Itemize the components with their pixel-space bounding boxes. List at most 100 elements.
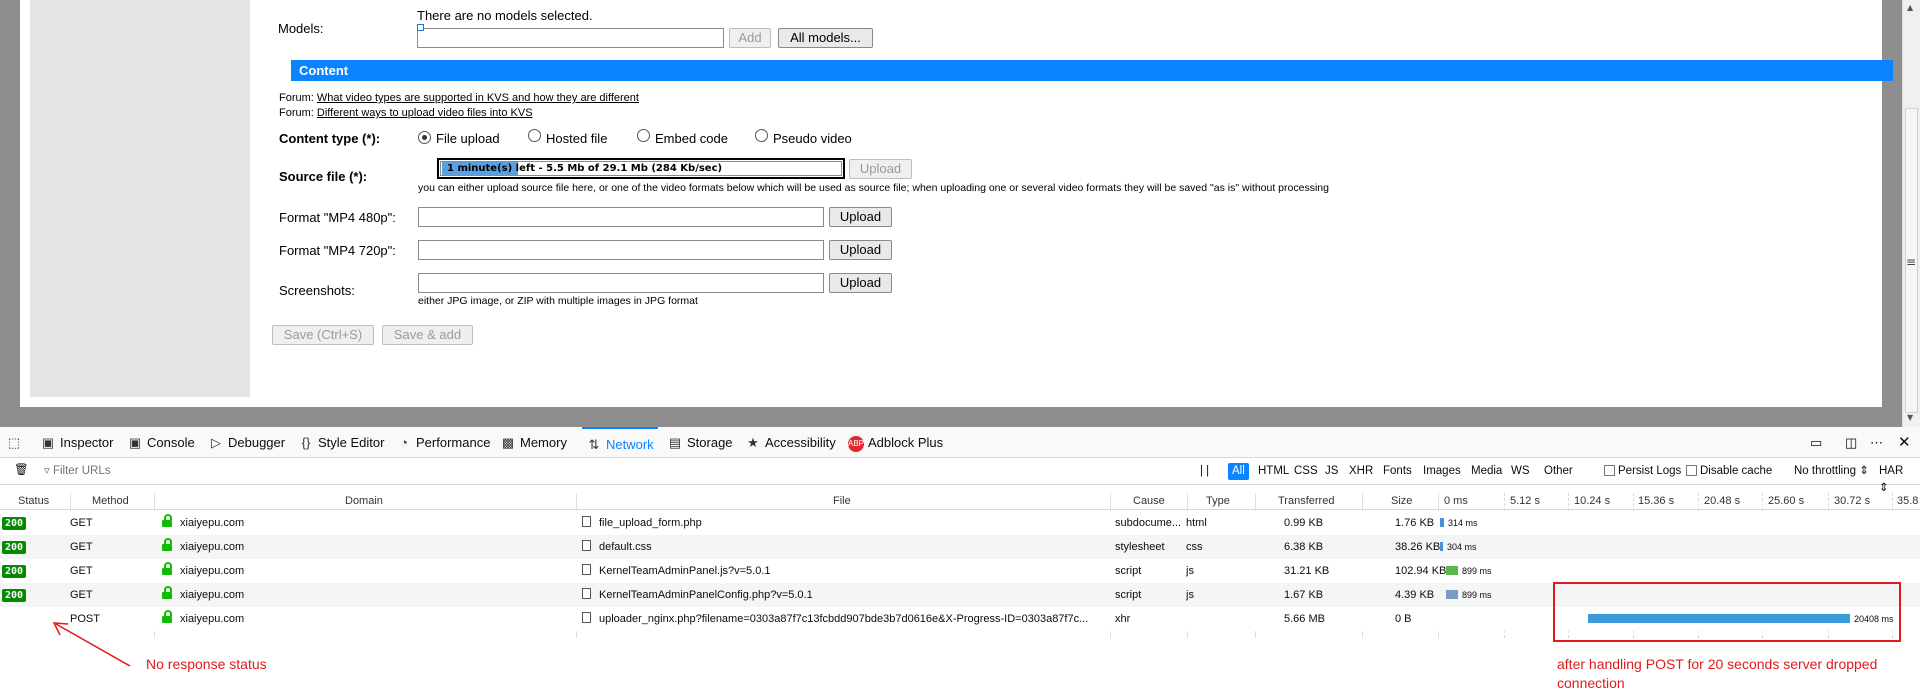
upload-progress-text: 1 minute(s) left - 5.5 Mb of 29.1 Mb (28… (447, 161, 722, 176)
col-cause[interactable]: Cause (1133, 493, 1165, 510)
filter-all[interactable]: All (1228, 463, 1249, 480)
radio-file-upload-label: File upload (436, 131, 500, 146)
add-model-button[interactable]: Add (729, 28, 771, 48)
format-480-input[interactable] (418, 207, 824, 227)
radio-embed-code[interactable] (637, 129, 650, 142)
pause-recording-button[interactable]: | | (1196, 463, 1213, 480)
radio-pseudo-video[interactable] (755, 129, 768, 142)
page-scrollbar[interactable]: ▲ ≡ ▼ (1902, 0, 1920, 427)
col-transferred[interactable]: Transferred (1278, 493, 1334, 510)
row-file-text: file_upload_form.php (599, 517, 702, 529)
persist-logs-checkbox[interactable]: Persist Logs (1600, 463, 1685, 480)
format-480-label: Format "MP4 480p": (279, 210, 396, 225)
row-file: uploader_nginx.php?filename=0303a87f7c13… (582, 607, 1108, 631)
waterfall-timing: 314 ms (1448, 518, 1478, 528)
col-size[interactable]: Size (1391, 493, 1412, 510)
har-menu[interactable]: HAR ⇕ (1875, 463, 1920, 494)
col-type[interactable]: Type (1206, 493, 1230, 510)
tab-performance[interactable]: ◔ Performance (396, 427, 490, 458)
lock-icon (162, 610, 172, 623)
source-upload-button[interactable]: Upload (849, 159, 912, 179)
tab-debugger[interactable]: ▷ Debugger (208, 427, 285, 458)
forum-link-upload-ways[interactable]: Different ways to upload video files int… (317, 107, 533, 119)
format-720-input[interactable] (418, 240, 824, 260)
waterfall-tick-6: 30.72 s (1834, 495, 1871, 507)
waterfall-bar (1446, 590, 1458, 599)
inspector-icon: ▣ (41, 435, 55, 450)
screenshots-upload-button[interactable]: Upload (829, 273, 892, 293)
more-options-icon[interactable]: ⋯ (1870, 427, 1883, 458)
row-method: GET (70, 565, 93, 577)
devtools-toolbar: ⬚ ▣ Inspector ▣ Console ▷ Debugger {} Style … (0, 427, 1920, 458)
scroll-down-icon[interactable]: ▼ (1907, 413, 1913, 422)
upload-progress: 1 minute(s) left - 5.5 Mb of 29.1 Mb (28… (437, 158, 845, 179)
forum-prefix: Forum: (279, 92, 314, 104)
tab-network[interactable]: ⇅ Network (582, 427, 658, 458)
trash-icon[interactable]: 🗑 (10, 462, 33, 479)
row-cause: xhr (1115, 613, 1131, 625)
radio-hosted-file-label: Hosted file (546, 131, 608, 146)
filter-css[interactable]: CSS (1290, 463, 1322, 480)
format-720-upload-button[interactable]: Upload (829, 240, 892, 260)
filter-xhr[interactable]: XHR (1345, 463, 1377, 480)
save-add-button[interactable]: Save & add (382, 325, 473, 345)
radio-pseudo-video-label: Pseudo video (773, 131, 852, 146)
format-720-label: Format "MP4 720p": (279, 243, 396, 258)
filter-urls-input[interactable]: ▿ Filter URLs (40, 463, 114, 480)
disable-cache-checkbox[interactable]: Disable cache (1682, 463, 1776, 480)
dock-icon[interactable]: ◫ (1845, 427, 1857, 458)
scroll-up-icon[interactable]: ▲ (1907, 3, 1913, 12)
tab-console[interactable]: ▣ Console (127, 427, 195, 458)
lock-icon (162, 562, 172, 575)
tab-style-editor[interactable]: {} Style Editor (298, 427, 385, 458)
col-file[interactable]: File (833, 493, 851, 510)
filter-images[interactable]: Images (1419, 463, 1465, 480)
filter-media[interactable]: Media (1467, 463, 1506, 480)
tab-adblock-plus[interactable]: ABP Adblock Plus (848, 427, 943, 458)
tab-accessibility[interactable]: ★ Accessibility (745, 427, 836, 458)
memory-icon: ▩ (501, 435, 515, 450)
row-file: file_upload_form.php (582, 511, 1108, 535)
throttling-select[interactable]: No throttling ⇕ (1790, 463, 1873, 480)
tab-memory[interactable]: ▩ Memory (500, 427, 567, 458)
col-method[interactable]: Method (92, 493, 129, 510)
waterfall-tick-5: 25.60 s (1768, 495, 1805, 507)
waterfall-bar (1446, 566, 1458, 575)
filter-other[interactable]: Other (1540, 463, 1577, 480)
filter-html[interactable]: HTML (1254, 463, 1293, 480)
progress-time-left: 1 minute(s) (447, 163, 513, 174)
filter-ws[interactable]: WS (1507, 463, 1534, 480)
admin-sidebar (30, 0, 250, 397)
annotation-box (1553, 582, 1901, 642)
waterfall-timing: 899 ms (1462, 566, 1492, 576)
responsive-design-icon[interactable]: ▭ (1810, 427, 1822, 458)
radio-hosted-file[interactable] (528, 129, 541, 142)
save-button[interactable]: Save (Ctrl+S) (272, 325, 374, 345)
checkbox-icon (1604, 465, 1615, 476)
close-devtools-icon[interactable]: ✕ (1898, 427, 1911, 458)
forum-link-row-1: Forum: What video types are supported in… (279, 92, 639, 104)
models-input[interactable] (417, 24, 724, 48)
tab-storage[interactable]: ▤ Storage (667, 427, 733, 458)
forum-link-video-types[interactable]: What video types are supported in KVS an… (317, 92, 639, 104)
status-badge: 200 (2, 517, 27, 530)
radio-file-upload[interactable] (418, 131, 431, 144)
screenshots-input[interactable] (418, 273, 824, 293)
col-domain[interactable]: Domain (345, 493, 383, 510)
table-row[interactable]: 200 GET xiaiyepu.com KernelTeamAdminPanel.j… (0, 559, 1920, 583)
waterfall-timing: 899 ms (1462, 590, 1492, 600)
table-row[interactable]: 200 GET xiaiyepu.com default.css stylesheet c… (0, 535, 1920, 559)
performance-icon: ◔ (400, 435, 408, 450)
element-picker-icon[interactable]: ⬚ (6, 427, 26, 458)
all-models-button[interactable]: All models... (778, 28, 873, 48)
row-domain: xiaiyepu.com (162, 511, 244, 535)
format-480-upload-button[interactable]: Upload (829, 207, 892, 227)
tab-inspector[interactable]: ▣ Inspector (40, 427, 114, 458)
screenshots-hint: either JPG image, or ZIP with multiple i… (418, 295, 698, 307)
row-type: js (1186, 589, 1194, 601)
waterfall-tick-7: 35.8 (1897, 495, 1919, 507)
filter-js[interactable]: JS (1321, 463, 1342, 480)
table-row[interactable]: 200 GET xiaiyepu.com file_upload_form.php su… (0, 511, 1920, 535)
filter-fonts[interactable]: Fonts (1379, 463, 1416, 480)
col-status[interactable]: Status (18, 493, 49, 510)
